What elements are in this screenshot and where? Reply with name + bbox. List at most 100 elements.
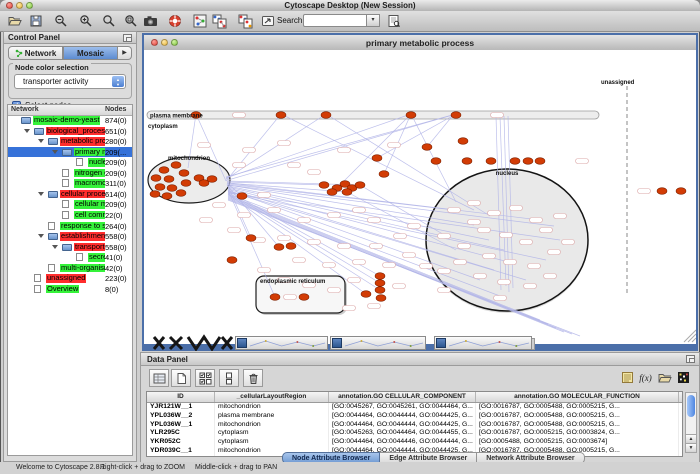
graph-node[interactable] bbox=[375, 280, 385, 287]
tree-row[interactable]: macromolecule311(0) bbox=[8, 178, 132, 189]
select-attributes-button[interactable] bbox=[195, 369, 215, 387]
tree-row[interactable]: mosaic-demo-yeast874(0) bbox=[8, 115, 132, 126]
graph-node[interactable] bbox=[486, 158, 496, 165]
search-input[interactable] bbox=[303, 14, 367, 27]
network-panel-button[interactable] bbox=[191, 13, 209, 29]
float-panel-icon[interactable] bbox=[123, 34, 132, 42]
zoom-out-button[interactable] bbox=[52, 13, 70, 29]
graph-node[interactable] bbox=[207, 176, 217, 183]
table-column-header[interactable]: annotation.GO CELLULAR_COMPONENT bbox=[329, 392, 476, 402]
graph-node[interactable] bbox=[375, 273, 385, 280]
tree-row[interactable]: establishment of lo558(0) bbox=[8, 231, 132, 242]
attribute-table-button[interactable] bbox=[149, 369, 169, 387]
graph-node[interactable] bbox=[176, 190, 186, 197]
table-row[interactable]: YPL036W__1mitochondrion[GO:0044464, GO:0… bbox=[147, 421, 682, 430]
zoom-selected-button[interactable] bbox=[122, 13, 140, 29]
table-row[interactable]: YLR295Ccytoplasm[GO:0045263, GO:0044464,… bbox=[147, 429, 682, 438]
graph-node[interactable] bbox=[321, 112, 331, 119]
tree-expand-arrow-icon[interactable] bbox=[38, 139, 44, 143]
graph-node[interactable] bbox=[406, 112, 416, 119]
tab-network[interactable]: Network bbox=[8, 46, 63, 60]
tree-row[interactable]: primary metabo209(... bbox=[8, 147, 132, 158]
graph-node[interactable] bbox=[375, 287, 385, 294]
function-builder-icon[interactable]: f(x) bbox=[637, 370, 654, 385]
network-overlay-a-button[interactable] bbox=[211, 13, 229, 29]
tree-row[interactable]: Overview8(0) bbox=[8, 284, 132, 295]
graph-node[interactable] bbox=[372, 155, 382, 162]
view-settings-button[interactable] bbox=[259, 13, 277, 29]
tree-expand-arrow-icon[interactable] bbox=[24, 129, 30, 133]
graph-node[interactable] bbox=[451, 112, 461, 119]
graph-node[interactable] bbox=[171, 162, 181, 169]
graph-node[interactable] bbox=[276, 112, 286, 119]
tab-scroll-arrow[interactable]: ▶ bbox=[118, 46, 132, 60]
graph-node[interactable] bbox=[286, 243, 296, 250]
network-overlay-b-button[interactable] bbox=[237, 13, 255, 29]
tree-row[interactable]: nucleobase-209(0) bbox=[8, 157, 132, 168]
tab-mosaic[interactable]: Mosaic bbox=[63, 46, 118, 60]
tree-expand-arrow-icon[interactable] bbox=[38, 234, 44, 238]
tree-row[interactable]: nitrogen compo209(0) bbox=[8, 168, 132, 179]
graph-node[interactable] bbox=[299, 294, 309, 301]
graph-node[interactable] bbox=[379, 171, 389, 178]
network-canvas-svg[interactable]: plasma membranecytoplasmmitochondrionnuc… bbox=[144, 50, 696, 344]
graph-node[interactable] bbox=[162, 193, 172, 200]
node-color-dropdown[interactable]: transporter activity ▲▼ bbox=[14, 74, 126, 89]
graph-node[interactable] bbox=[510, 158, 520, 165]
tree-row[interactable]: secretion41(0) bbox=[8, 252, 132, 263]
graph-node[interactable] bbox=[431, 158, 441, 165]
graph-node[interactable] bbox=[422, 144, 432, 151]
network-canvas[interactable]: plasma membranecytoplasmmitochondrionnuc… bbox=[144, 50, 696, 344]
help-lifering-button[interactable] bbox=[166, 13, 184, 29]
tree-expand-arrow-icon[interactable] bbox=[52, 150, 58, 154]
table-scrollbar[interactable]: ▲ ▼ bbox=[685, 392, 697, 453]
create-attribute-button[interactable] bbox=[171, 369, 191, 387]
tree-row[interactable]: biological_process651(0) bbox=[8, 126, 132, 137]
advanced-search-button[interactable] bbox=[385, 13, 403, 29]
graph-node[interactable] bbox=[676, 188, 686, 195]
tree-row[interactable]: cell communicat22(0) bbox=[8, 210, 132, 221]
tree-expand-arrow-icon[interactable] bbox=[38, 192, 44, 196]
unselect-attributes-button[interactable] bbox=[219, 369, 239, 387]
tree-row[interactable]: cellular metabo209(0) bbox=[8, 199, 132, 210]
graph-node[interactable] bbox=[376, 295, 386, 302]
graph-node[interactable] bbox=[462, 158, 472, 165]
attribute-table-header[interactable]: ID_cellularLayoutRegionannotation.GO CEL… bbox=[147, 392, 682, 403]
graph-node[interactable] bbox=[523, 158, 533, 165]
scroll-down-icon[interactable]: ▼ bbox=[686, 443, 696, 452]
zoom-fit-button[interactable] bbox=[100, 13, 118, 29]
background-window-bar[interactable] bbox=[434, 336, 532, 350]
network-window-titlebar[interactable]: primary metabolic process bbox=[144, 35, 696, 51]
graph-node[interactable] bbox=[535, 158, 545, 165]
table-column-header[interactable]: _cellularLayoutRegion bbox=[215, 392, 329, 402]
graph-node[interactable] bbox=[237, 193, 247, 200]
import-attributes-icon[interactable] bbox=[656, 370, 673, 385]
resize-grip-icon[interactable] bbox=[684, 330, 696, 342]
graph-node[interactable] bbox=[274, 244, 284, 251]
graph-node[interactable] bbox=[657, 188, 667, 195]
tree-row[interactable]: transport558(0) bbox=[8, 242, 132, 253]
graph-node[interactable] bbox=[270, 294, 280, 301]
snapshot-camera-button[interactable] bbox=[141, 13, 159, 29]
delete-attribute-button[interactable] bbox=[243, 369, 263, 387]
graph-node[interactable] bbox=[227, 257, 237, 264]
tree-expand-arrow-icon[interactable] bbox=[52, 245, 58, 249]
graph-node[interactable] bbox=[179, 170, 189, 177]
graph-node[interactable] bbox=[319, 182, 329, 189]
graph-node[interactable] bbox=[155, 184, 165, 191]
graph-node[interactable] bbox=[458, 138, 468, 145]
graph-node[interactable] bbox=[361, 291, 371, 298]
zoom-in-button[interactable] bbox=[77, 13, 95, 29]
graph-node[interactable] bbox=[246, 235, 256, 242]
graph-node[interactable] bbox=[151, 175, 161, 182]
graph-node[interactable] bbox=[342, 189, 352, 196]
table-column-header[interactable]: ID bbox=[147, 392, 215, 402]
network-view-window[interactable]: primary metabolic process plasma membran… bbox=[142, 33, 698, 351]
open-session-button[interactable] bbox=[6, 13, 24, 29]
graph-node[interactable] bbox=[167, 185, 177, 192]
attribute-matrix-icon[interactable] bbox=[675, 370, 692, 385]
table-row[interactable]: YJR121W__1mitochondrion[GO:0045267, GO:0… bbox=[147, 403, 682, 412]
graph-node[interactable] bbox=[327, 189, 337, 196]
graph-node[interactable] bbox=[181, 180, 191, 187]
tree-row[interactable]: multi-organism pro42(0) bbox=[8, 263, 132, 274]
